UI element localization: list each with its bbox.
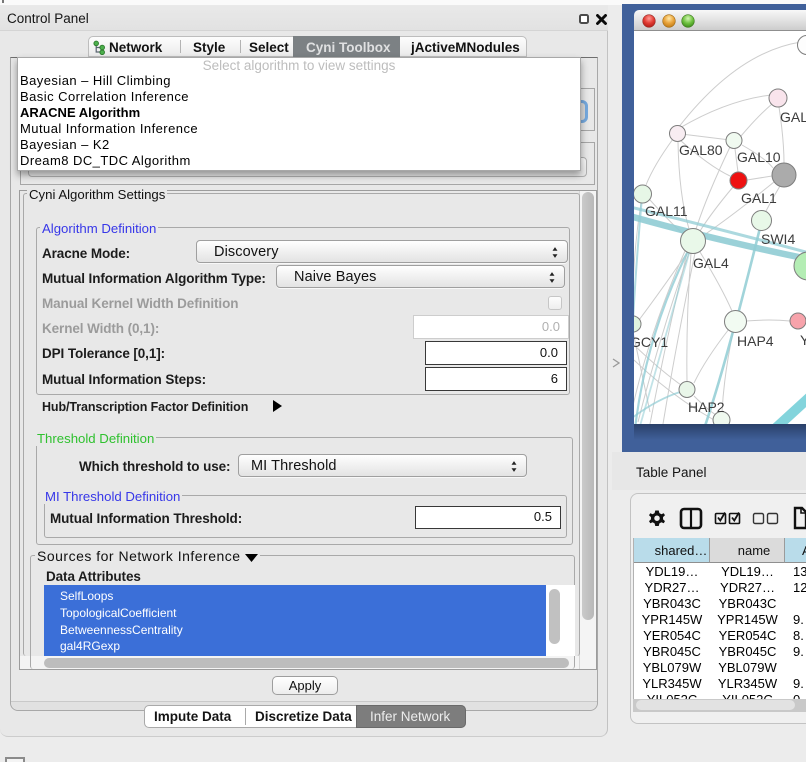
svg-text:GAL11: GAL11	[645, 203, 688, 219]
svg-text:GAL10: GAL10	[737, 149, 781, 165]
svg-text:SWI4: SWI4	[761, 231, 795, 247]
svg-text:GAL80: GAL80	[679, 142, 723, 158]
svg-text:HAP4: HAP4	[737, 333, 774, 349]
svg-text:GCY1: GCY1	[634, 334, 668, 350]
svg-text:GAL7: GAL7	[780, 109, 806, 125]
svg-text:HAP2: HAP2	[688, 399, 725, 415]
svg-text:GAL1: GAL1	[741, 190, 777, 206]
svg-text:YL: YL	[800, 332, 806, 348]
svg-text:GAL4: GAL4	[693, 255, 729, 271]
